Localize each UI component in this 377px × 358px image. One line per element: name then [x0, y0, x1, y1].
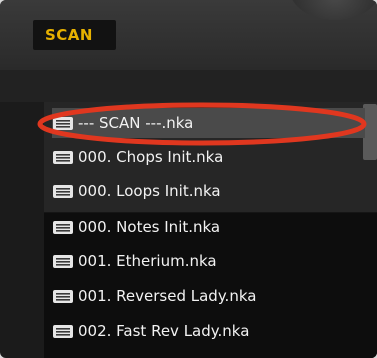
list-item-label: 000. Chops Init.nka — [78, 148, 224, 166]
list-item[interactable]: 000. Loops Init.nka — [52, 176, 365, 206]
file-list-scrollbar[interactable] — [363, 104, 377, 160]
instrument-window: SCAN --- SCAN ---.nka 000. Chops Init.nk… — [0, 0, 377, 358]
list-item-scan[interactable]: --- SCAN ---.nka — [52, 108, 365, 138]
list-file-icon — [53, 254, 73, 268]
top-toolbar: SCAN — [0, 0, 377, 70]
list-item[interactable]: 000. Chops Init.nka — [52, 142, 365, 172]
list-item[interactable]: 001. Etherium.nka — [52, 246, 365, 276]
list-item-label: 001. Reversed Lady.nka — [78, 287, 257, 305]
list-file-icon — [53, 116, 73, 130]
list-item-label: 001. Etherium.nka — [78, 252, 217, 270]
list-item[interactable]: 001. Reversed Lady.nka — [52, 281, 365, 311]
list-item-label: 000. Loops Init.nka — [78, 182, 221, 200]
list-file-icon — [53, 220, 73, 234]
header-divider — [0, 70, 377, 102]
list-item-label: 000. Notes Init.nka — [78, 218, 221, 236]
list-file-icon — [53, 289, 73, 303]
list-file-icon — [53, 324, 73, 338]
list-item-label: 002. Fast Rev Lady.nka — [78, 322, 250, 340]
list-file-icon — [53, 184, 73, 198]
scan-tab[interactable]: SCAN — [33, 20, 116, 50]
list-file-icon — [53, 150, 73, 164]
list-item[interactable]: 002. Fast Rev Lady.nka — [52, 316, 365, 346]
list-item-label: --- SCAN ---.nka — [78, 114, 194, 132]
list-item[interactable]: 000. Notes Init.nka — [52, 212, 365, 242]
